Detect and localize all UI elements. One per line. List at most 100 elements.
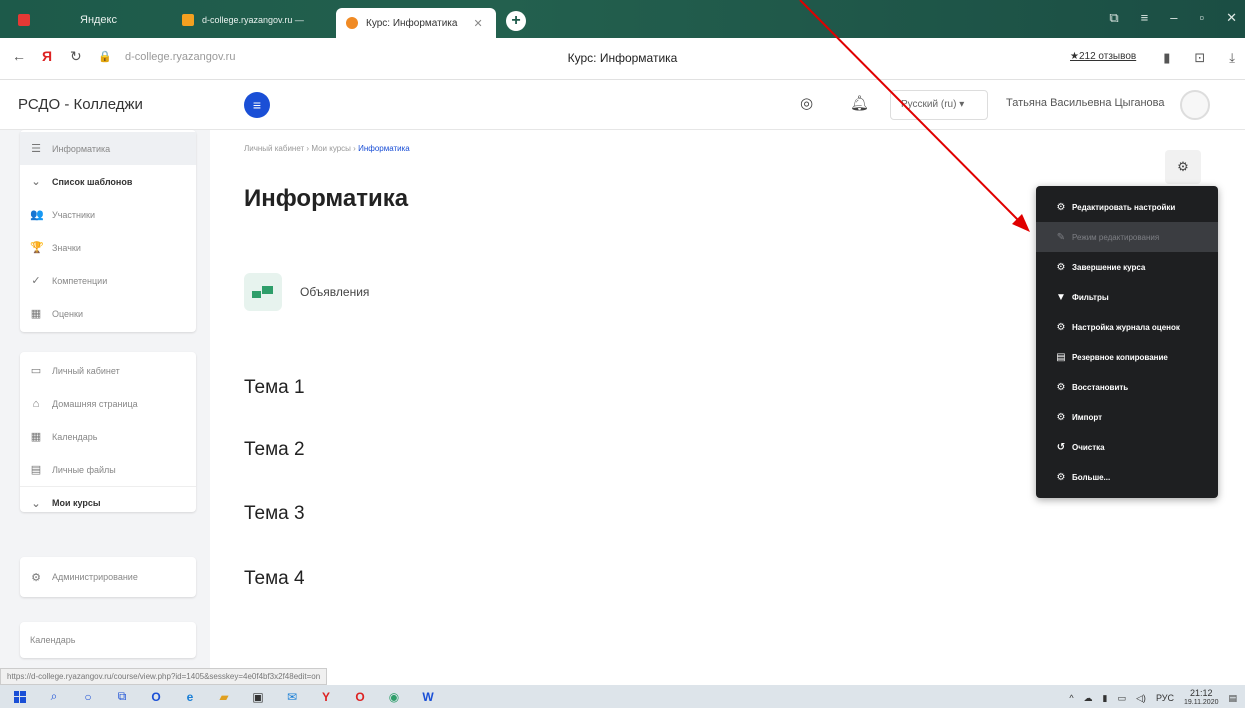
sidebar-item-home[interactable]: ⌂ Домашняя страница xyxy=(20,387,196,420)
sidebar-item-calendar[interactable]: ▦ Календарь xyxy=(20,420,196,453)
avatar[interactable] xyxy=(1180,90,1210,120)
menu-item-gradebook-setup[interactable]: ⚙ Настройка журнала оценок xyxy=(1036,312,1218,342)
language-menu[interactable]: Русский (ru) ▾ xyxy=(890,90,988,120)
sidebar-item-label: Участники xyxy=(52,209,95,220)
clock[interactable]: 21:12 19.11.2020 xyxy=(1184,689,1219,707)
user-name[interactable]: Татьяна Васильевна Цыганова xyxy=(1006,97,1165,109)
calendar-icon: ▦ xyxy=(30,431,42,443)
menu-item-more[interactable]: ⚙ Больше... xyxy=(1036,462,1218,492)
tray-expand-icon[interactable]: ^ xyxy=(1069,693,1073,703)
menu-item-reset[interactable]: ↺ Очистка xyxy=(1036,432,1218,462)
breadcrumb-dashboard[interactable]: Личный кабинет xyxy=(244,144,304,153)
sidebar-item-informatics[interactable]: ☰ Информатика xyxy=(20,132,196,165)
new-tab-button[interactable]: + xyxy=(506,11,526,31)
bookmark-icon[interactable]: ▮ xyxy=(1163,50,1170,66)
menu-icon[interactable]: ≡ xyxy=(1141,10,1149,26)
bookmarks-icon[interactable]: ⧉ xyxy=(1109,10,1118,26)
sidebar-item-label: Информатика xyxy=(52,143,111,154)
drawer-toggle-button[interactable]: ≡ xyxy=(244,92,270,118)
moodle-icon xyxy=(346,17,358,29)
messages-icon[interactable]: ◎ xyxy=(800,94,813,112)
task-view-icon[interactable]: ⧉ xyxy=(114,689,130,705)
notifications-icon[interactable]: 🔔︎ xyxy=(850,94,869,112)
opera-icon[interactable]: O xyxy=(148,689,164,705)
language-indicator[interactable]: РУС xyxy=(1156,693,1174,703)
breadcrumb: Личный кабинет › Мои курсы › Информатика xyxy=(244,144,410,153)
topic-2: Тема 2 xyxy=(244,439,305,460)
word-icon[interactable]: W xyxy=(420,689,436,705)
address-bar: ← Я ↻ 🔒 d-college.ryazangov.ru Курс: Инф… xyxy=(0,38,1245,80)
site-icon xyxy=(182,14,194,26)
close-tab-icon[interactable]: ✕ xyxy=(473,17,482,30)
sidebar-item-competencies[interactable]: ✓ Компетенции xyxy=(20,264,196,297)
breadcrumb-my-courses[interactable]: Мои курсы xyxy=(311,144,351,153)
battery-icon[interactable]: ▮ xyxy=(1103,693,1108,704)
menu-item-label: Завершение курса xyxy=(1072,262,1146,272)
sidebar-item-participants[interactable]: 👥 Участники xyxy=(20,198,196,231)
sidebar-item-templates[interactable]: ⌄ Список шаблонов xyxy=(20,165,196,198)
browser-tab-bar: Яндекс d-college.ryazangov.ru — Курс: Ин… xyxy=(0,0,1245,38)
tab-college[interactable]: d-college.ryazangov.ru — xyxy=(172,6,332,34)
sidebar-item-my-courses[interactable]: ⌄ Мои курсы xyxy=(20,486,196,519)
sidebar-item-label: Домашняя страница xyxy=(52,398,138,409)
close-icon[interactable]: ✕ xyxy=(1226,10,1237,26)
search-icon[interactable]: ⌕ xyxy=(46,689,62,705)
whatsapp-icon[interactable]: ◉ xyxy=(386,689,402,705)
explorer-icon[interactable]: ▰ xyxy=(216,689,232,705)
yandex-browser-icon[interactable]: Y xyxy=(318,689,334,705)
chevron-down-icon: ⌄ xyxy=(31,176,41,188)
notifications-tray-icon[interactable]: ▤ xyxy=(1228,693,1237,704)
calendar-block-title[interactable]: Календарь xyxy=(20,622,196,658)
sidebar-item-grades[interactable]: ▦ Оценки xyxy=(20,297,196,330)
minimize-icon[interactable]: – xyxy=(1170,10,1177,26)
menu-item-label: Редактировать настройки xyxy=(1072,202,1176,212)
course-actions-gear-button[interactable]: ⚙ xyxy=(1165,150,1201,184)
menu-item-import[interactable]: ⚙ Импорт xyxy=(1036,402,1218,432)
announcements-label[interactable]: Объявления xyxy=(300,285,369,299)
breadcrumb-current[interactable]: Информатика xyxy=(358,144,410,153)
menu-item-completion[interactable]: ⚙ Завершение курса xyxy=(1036,252,1218,282)
yandex-logo-icon[interactable]: Я xyxy=(42,48,52,64)
cloud-icon[interactable]: ☁ xyxy=(1084,693,1093,704)
menu-item-label: Резервное копирование xyxy=(1072,352,1168,362)
menu-item-restore[interactable]: ⚙ Восстановить xyxy=(1036,372,1218,402)
back-icon[interactable]: ← xyxy=(12,48,26,64)
maximize-icon[interactable]: ▫ xyxy=(1199,10,1204,26)
sidebar-item-admin[interactable]: ⚙ Администрирование xyxy=(20,557,196,597)
system-tray: ^ ☁ ▮ ▭ ◁) РУС 21:12 19.11.2020 ▤ xyxy=(1069,689,1237,707)
menu-item-edit-settings[interactable]: ⚙ Редактировать настройки xyxy=(1036,192,1218,222)
tab-course[interactable]: Курс: Информатика ✕ xyxy=(336,8,496,38)
store-icon[interactable]: ▣ xyxy=(250,689,266,705)
opera-red-icon[interactable]: O xyxy=(352,689,368,705)
sidebar-item-badges[interactable]: 🏆 Значки xyxy=(20,231,196,264)
network-icon[interactable]: ▭ xyxy=(1118,693,1127,704)
sidebar-item-files[interactable]: ▤ Личные файлы xyxy=(20,453,196,486)
menu-item-label: Фильтры xyxy=(1072,292,1109,302)
cortana-icon[interactable]: ○ xyxy=(80,689,96,705)
extension-icon[interactable]: ⊡ xyxy=(1194,50,1205,66)
url-text[interactable]: d-college.ryazangov.ru xyxy=(125,51,235,63)
volume-icon[interactable]: ◁) xyxy=(1136,693,1146,704)
gear-icon: ⚙ xyxy=(1056,411,1066,423)
announcements-activity[interactable]: Объявления xyxy=(244,273,369,311)
sidebar-item-label: Компетенции xyxy=(52,275,108,286)
mail-icon[interactable]: ✉ xyxy=(284,689,300,705)
download-icon[interactable]: ⤓ xyxy=(1229,50,1235,66)
breadcrumb-sep: › xyxy=(353,144,356,153)
reviews-link[interactable]: ★212 отзывов xyxy=(1070,51,1136,62)
menu-item-label: Больше... xyxy=(1072,472,1111,482)
screen: Яндекс d-college.ryazangov.ru — Курс: Ин… xyxy=(0,0,1245,708)
sidebar: ☰ Информатика ⌄ Список шаблонов 👥 Участн… xyxy=(0,130,210,685)
menu-item-edit-mode[interactable]: ✎ Режим редактирования xyxy=(1036,222,1218,252)
sidebar-item-label: Календарь xyxy=(52,431,98,442)
menu-item-filters[interactable]: ▼ Фильтры xyxy=(1036,282,1218,312)
reload-icon[interactable]: ↻ xyxy=(70,48,82,65)
gear-icon: ⚙ xyxy=(1056,261,1066,273)
site-brand[interactable]: РСДО - Колледжи xyxy=(18,96,143,113)
edge-icon[interactable]: e xyxy=(182,689,198,705)
sidebar-item-dashboard[interactable]: ▭ Личный кабинет xyxy=(20,354,196,387)
start-icon[interactable] xyxy=(12,689,28,705)
menu-item-backup[interactable]: ▤ Резервное копирование xyxy=(1036,342,1218,372)
addr-tools: ▮ ⊡ ⤓ xyxy=(1163,50,1235,66)
tab-yandex[interactable]: Яндекс xyxy=(8,6,168,34)
